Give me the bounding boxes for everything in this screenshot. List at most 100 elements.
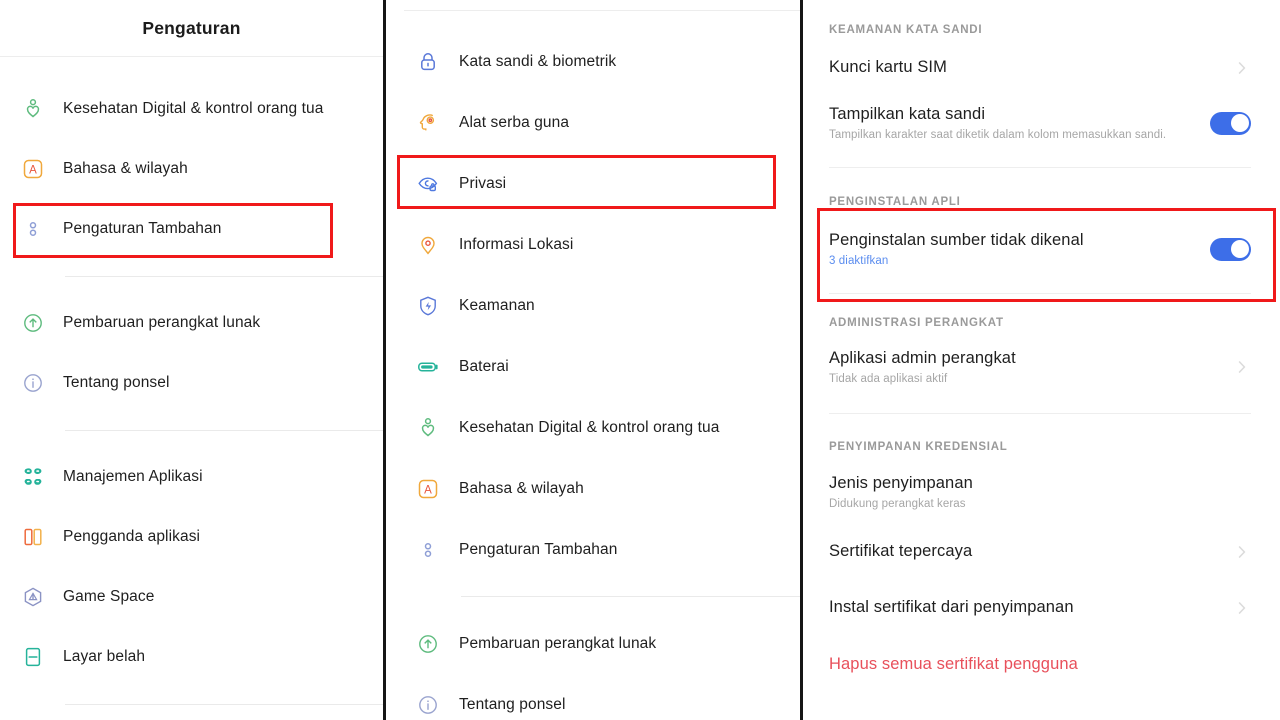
pref-subtitle: Didukung perangkat keras (829, 498, 1251, 510)
settings-item-language[interactable]: A Bahasa & wilayah (386, 458, 800, 519)
settings-item-security[interactable]: Keamanan (386, 275, 800, 336)
page-title: Pengaturan (142, 18, 240, 39)
settings-item-privacy[interactable]: Privasi (386, 153, 800, 214)
pref-title: Sertifikat tepercaya (829, 542, 1233, 561)
list-divider (65, 704, 383, 705)
mid-settings-list: Kata sandi & biometrik Alat serba guna (386, 11, 800, 720)
pref-title-danger: Hapus semua sertifikat pengguna (829, 655, 1251, 674)
sidebar-item-label: Pengganda aplikasi (63, 528, 200, 546)
settings-item-about-phone[interactable]: Tentang ponsel (386, 674, 800, 720)
section-heading-credential-storage: PENYIMPANAN KREDENSIAL (829, 441, 1251, 453)
sidebar-item-label: Pembaruan perangkat lunak (63, 314, 260, 332)
settings-item-label: Keamanan (459, 297, 535, 315)
settings-item-label: Kesehatan Digital & kontrol orang tua (459, 419, 719, 437)
sidebar-item-label: Pengaturan Tambahan (63, 220, 221, 238)
toggle-knob (1231, 114, 1249, 132)
split-screen-icon (16, 642, 50, 672)
pref-unknown-sources[interactable]: Penginstalan sumber tidak dikenal 3 diak… (829, 231, 1251, 267)
chevron-right-icon (1233, 358, 1251, 376)
settings-item-battery[interactable]: Baterai (386, 336, 800, 397)
pref-subtitle: Tidak ada aplikasi aktif (829, 373, 1233, 385)
sidebar-item-label: Manajemen Aplikasi (63, 468, 203, 486)
pref-show-password[interactable]: Tampilkan kata sandi Tampilkan karakter … (829, 105, 1251, 141)
chevron-right-icon (1233, 59, 1251, 77)
app-header: Pengaturan (0, 0, 383, 57)
pref-device-admin-apps[interactable]: Aplikasi admin perangkat Tidak ada aplik… (829, 349, 1251, 385)
language-icon: A (411, 474, 445, 504)
software-update-icon (16, 308, 50, 338)
sidebar-item-label: Kesehatan Digital & kontrol orang tua (63, 100, 323, 118)
sidebar-item-app-management[interactable]: Manajemen Aplikasi (0, 447, 383, 507)
convenience-tools-icon (411, 108, 445, 138)
pref-title: Instal sertifikat dari penyimpanan (829, 598, 1233, 617)
sidebar-item-digital-wellbeing[interactable]: Kesehatan Digital & kontrol orang tua (0, 79, 383, 139)
settings-item-label: Baterai (459, 358, 509, 376)
unknown-sources-toggle[interactable] (1210, 238, 1251, 261)
pref-clear-user-certificates[interactable]: Hapus semua sertifikat pengguna (829, 655, 1251, 674)
chevron-right-icon (1233, 543, 1251, 561)
pref-sim-lock[interactable]: Kunci kartu SIM (829, 58, 1251, 77)
digital-wellbeing-icon (16, 94, 50, 124)
settings-item-password-biometrics[interactable]: Kata sandi & biometrik (386, 31, 800, 92)
toggle-knob (1231, 240, 1249, 258)
language-icon: A (16, 154, 50, 184)
settings-item-software-update[interactable]: Pembaruan perangkat lunak (386, 613, 800, 674)
list-divider (65, 276, 383, 277)
settings-item-label: Pengaturan Tambahan (459, 541, 617, 559)
pref-title: Kunci kartu SIM (829, 58, 1233, 77)
pref-subtitle: Tampilkan karakter saat diketik dalam ko… (829, 129, 1210, 141)
pref-storage-type[interactable]: Jenis penyimpanan Didukung perangkat ker… (829, 474, 1251, 510)
settings-list-panel-middle: Kata sandi & biometrik Alat serba guna (383, 0, 800, 720)
sidebar-item-additional-settings[interactable]: Pengaturan Tambahan (0, 199, 383, 259)
pref-install-certificate[interactable]: Instal sertifikat dari penyimpanan (829, 598, 1251, 617)
sidebar-item-app-cloner[interactable]: Pengganda aplikasi (0, 507, 383, 567)
password-biometrics-icon (411, 47, 445, 77)
pref-title: Penginstalan sumber tidak dikenal (829, 231, 1210, 250)
section-heading-app-installation: PENGINSTALAN APLI (829, 196, 1251, 208)
sidebar-item-game-space[interactable]: Game Space (0, 567, 383, 627)
settings-item-digital-wellbeing[interactable]: Kesehatan Digital & kontrol orang tua (386, 397, 800, 458)
show-password-toggle[interactable] (1210, 112, 1251, 135)
settings-item-label: Alat serba guna (459, 114, 569, 132)
settings-item-convenience-tools[interactable]: Alat serba guna (386, 92, 800, 153)
game-space-icon (16, 582, 50, 612)
section-heading-device-administration: ADMINISTRASI PERANGKAT (829, 317, 1251, 329)
battery-icon (411, 352, 445, 382)
privacy-detail-panel-right: KEAMANAN KATA SANDI Kunci kartu SIM Tamp… (800, 0, 1277, 720)
settings-item-location[interactable]: Informasi Lokasi (386, 214, 800, 275)
list-divider (65, 430, 383, 431)
app-management-icon (16, 462, 50, 492)
list-divider (461, 596, 800, 597)
additional-settings-icon (411, 535, 445, 565)
pref-title: Aplikasi admin perangkat (829, 349, 1233, 368)
chevron-right-icon (1233, 599, 1251, 617)
sidebar-item-label: Bahasa & wilayah (63, 160, 188, 178)
settings-item-label: Informasi Lokasi (459, 236, 573, 254)
security-icon (411, 291, 445, 321)
about-phone-icon (411, 690, 445, 720)
privacy-settings-content: KEAMANAN KATA SANDI Kunci kartu SIM Tamp… (803, 0, 1277, 674)
svg-text:A: A (29, 165, 37, 177)
settings-item-label: Pembaruan perangkat lunak (459, 635, 656, 653)
software-update-icon (411, 629, 445, 659)
additional-settings-icon (16, 214, 50, 244)
pref-trusted-certificates[interactable]: Sertifikat tepercaya (829, 542, 1251, 561)
settings-triple-panel-screenshot: Pengaturan Kesehatan Digital & kontrol o… (0, 0, 1280, 720)
pref-title: Jenis penyimpanan (829, 474, 1251, 493)
pref-title: Tampilkan kata sandi (829, 105, 1210, 124)
settings-item-label: Kata sandi & biometrik (459, 53, 616, 71)
sidebar-item-label: Game Space (63, 588, 154, 606)
sidebar-item-about-phone[interactable]: Tentang ponsel (0, 353, 383, 413)
sidebar-item-split-screen[interactable]: Layar belah (0, 627, 383, 687)
privacy-icon (411, 169, 445, 199)
sidebar-item-language[interactable]: A Bahasa & wilayah (0, 139, 383, 199)
settings-item-additional-settings[interactable]: Pengaturan Tambahan (386, 519, 800, 580)
about-phone-icon (16, 368, 50, 398)
sidebar-item-software-update[interactable]: Pembaruan perangkat lunak (0, 293, 383, 353)
pref-subtitle-link[interactable]: 3 diaktifkan (829, 255, 1210, 267)
sidebar-item-label: Layar belah (63, 648, 145, 666)
left-settings-list: Kesehatan Digital & kontrol orang tua A … (0, 57, 383, 705)
settings-item-label: Bahasa & wilayah (459, 480, 584, 498)
digital-wellbeing-icon (411, 413, 445, 443)
app-cloner-icon (16, 522, 50, 552)
